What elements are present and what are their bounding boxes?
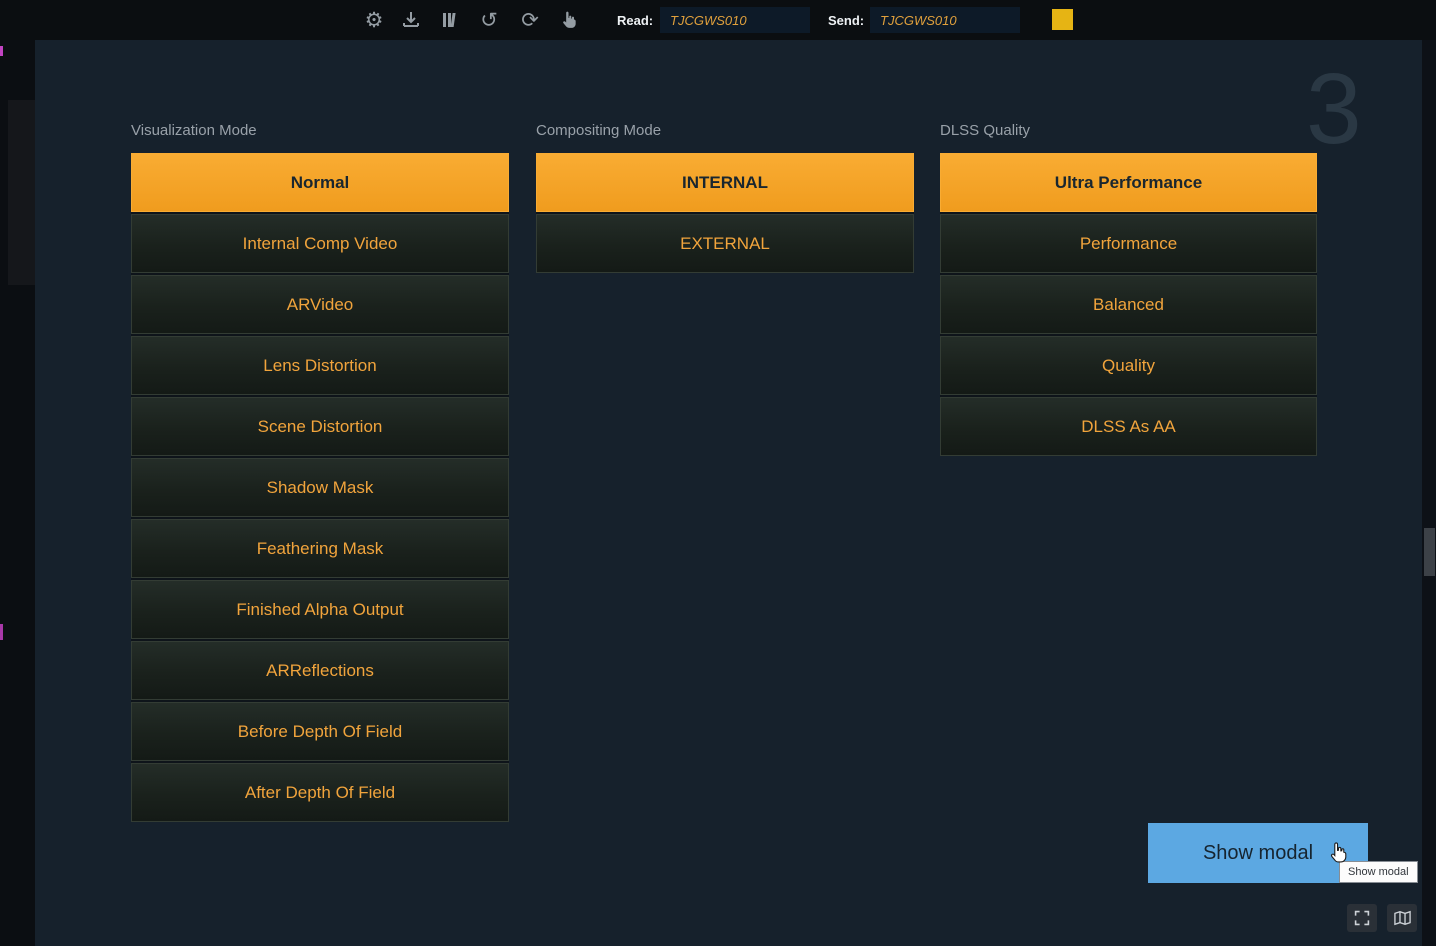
viz-mode-option[interactable]: After Depth Of Field (131, 763, 509, 822)
viz-mode-option[interactable]: Shadow Mask (131, 458, 509, 517)
map-button[interactable] (1387, 904, 1417, 932)
dlss-option[interactable]: Performance (940, 214, 1317, 273)
read-input[interactable] (660, 7, 810, 33)
group-label: Visualization Mode (131, 122, 509, 139)
map-icon (1394, 910, 1411, 926)
library-icon[interactable] (436, 7, 464, 33)
show-modal-button[interactable]: Show modal (1148, 823, 1368, 883)
viz-mode-option[interactable]: Finished Alpha Output (131, 580, 509, 639)
dlss-option[interactable]: Ultra Performance (940, 153, 1317, 212)
left-edge-marker (0, 624, 3, 640)
viz-mode-option[interactable]: Internal Comp Video (131, 214, 509, 273)
group-label: Compositing Mode (536, 122, 914, 139)
download-icon[interactable] (397, 7, 425, 33)
dlss-quality-group: DLSS Quality Ultra Performance Performan… (940, 122, 1317, 456)
viz-mode-option[interactable]: Before Depth Of Field (131, 702, 509, 761)
dlss-option[interactable]: DLSS As AA (940, 397, 1317, 456)
settings-icon[interactable]: ⚙ (360, 7, 388, 33)
dlss-option[interactable]: Balanced (940, 275, 1317, 334)
viz-mode-option[interactable]: Lens Distortion (131, 336, 509, 395)
option-list: Normal Internal Comp Video ARVideo Lens … (131, 153, 509, 822)
send-input[interactable] (870, 7, 1020, 33)
status-swatch[interactable] (1052, 9, 1073, 30)
viz-mode-option[interactable]: Normal (131, 153, 509, 212)
refresh-icon[interactable]: ⟳ (516, 7, 544, 33)
viz-mode-option[interactable]: ARVideo (131, 275, 509, 334)
left-edge-marker (0, 46, 3, 56)
top-toolbar: ⚙ ↺ ⟳ Read: Send: (0, 0, 1436, 40)
fullscreen-icon (1354, 910, 1370, 926)
scrollbar-thumb[interactable] (1424, 528, 1435, 576)
right-edge (1422, 40, 1436, 946)
viz-mode-option[interactable]: ARReflections (131, 641, 509, 700)
show-modal-tooltip: Show modal (1339, 861, 1418, 883)
history-icon[interactable]: ↺ (475, 7, 503, 33)
compositing-mode-group: Compositing Mode INTERNAL EXTERNAL (536, 122, 914, 273)
viz-mode-option[interactable]: Scene Distortion (131, 397, 509, 456)
fullscreen-button[interactable] (1347, 904, 1377, 932)
pan-hand-icon[interactable] (555, 7, 583, 33)
compositing-option[interactable]: INTERNAL (536, 153, 914, 212)
left-edge-highlight (8, 100, 35, 285)
compositing-option[interactable]: EXTERNAL (536, 214, 914, 273)
group-label: DLSS Quality (940, 122, 1317, 139)
send-label: Send: (828, 13, 864, 28)
visualization-mode-group: Visualization Mode Normal Internal Comp … (131, 122, 509, 822)
viz-mode-option[interactable]: Feathering Mask (131, 519, 509, 578)
read-label: Read: (617, 13, 653, 28)
option-list: Ultra Performance Performance Balanced Q… (940, 153, 1317, 456)
dlss-option[interactable]: Quality (940, 336, 1317, 395)
option-list: INTERNAL EXTERNAL (536, 153, 914, 273)
